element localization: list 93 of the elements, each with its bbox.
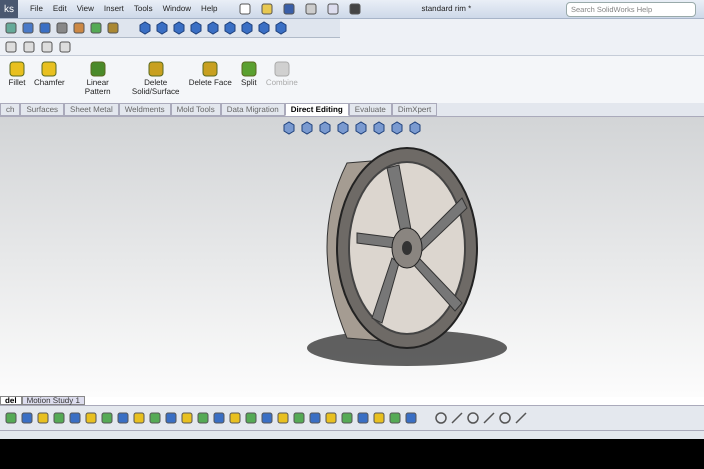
feature-button[interactable]: Split <box>240 60 258 87</box>
feature-tool-icon[interactable] <box>84 411 98 425</box>
view-tool-icon[interactable] <box>390 121 404 135</box>
feature-tool-icon[interactable] <box>260 411 274 425</box>
sketch-tool-icon[interactable] <box>58 40 72 54</box>
feature-button[interactable]: Delete Solid/Surface <box>130 60 181 96</box>
command-tab[interactable]: Mold Tools <box>170 103 221 116</box>
view-orientation-icon[interactable] <box>257 21 271 35</box>
view-tool-icon[interactable] <box>318 121 332 135</box>
command-tab[interactable]: DimXpert <box>392 103 438 116</box>
view-tool-icon[interactable] <box>38 21 52 35</box>
circle-tool-icon[interactable] <box>466 411 480 425</box>
feature-tool-icon <box>146 60 165 78</box>
view-tool-icon[interactable] <box>72 21 86 35</box>
feature-button[interactable]: Chamfer <box>34 60 65 87</box>
circle-tool-icon[interactable] <box>434 411 448 425</box>
view-tool-icon[interactable] <box>282 121 296 135</box>
feature-tool-icon[interactable] <box>148 411 162 425</box>
sketch-tool-icon[interactable] <box>22 40 36 54</box>
feature-tool-icon[interactable] <box>212 411 226 425</box>
view-orientation-icon[interactable] <box>223 21 237 35</box>
command-tab[interactable]: Surfaces <box>20 103 64 116</box>
view-tool-icon[interactable] <box>89 21 103 35</box>
feature-tool-icon[interactable] <box>20 411 34 425</box>
feature-button[interactable]: Fillet <box>8 60 26 87</box>
feature-tool-icon[interactable] <box>244 411 258 425</box>
feature-button[interactable]: Linear Pattern <box>72 60 123 96</box>
view-orientation-icon[interactable] <box>240 21 254 35</box>
feature-tool-icon[interactable] <box>324 411 338 425</box>
model-tab[interactable]: Motion Study 1 <box>22 396 85 405</box>
sketch-tool-icon[interactable] <box>4 40 18 54</box>
feature-tool-icon <box>201 60 220 78</box>
menu-item[interactable]: Window <box>162 3 192 15</box>
command-tab[interactable]: Weldments <box>118 103 171 116</box>
circle-tool-icon[interactable] <box>498 411 512 425</box>
view-tool-icon[interactable] <box>300 121 314 135</box>
feature-tool-icon <box>88 60 107 78</box>
view-orientation-icon[interactable] <box>206 21 220 35</box>
feature-tool-icon[interactable] <box>132 411 146 425</box>
line-tool-icon[interactable] <box>482 411 496 425</box>
view-tool-icon[interactable] <box>408 121 422 135</box>
app-name: ks <box>0 0 18 18</box>
feature-tool-icon[interactable] <box>180 411 194 425</box>
feature-tool-icon[interactable] <box>36 411 50 425</box>
view-tool-icon[interactable] <box>354 121 368 135</box>
command-tab[interactable]: Evaluate <box>348 103 392 116</box>
feature-tool-icon[interactable] <box>292 411 306 425</box>
line-tool-icon[interactable] <box>450 411 464 425</box>
command-tab[interactable]: ch <box>0 103 20 116</box>
model-tab[interactable]: del <box>0 396 22 405</box>
feature-tool-icon[interactable] <box>276 411 290 425</box>
feature-tool-icon[interactable] <box>196 411 210 425</box>
feature-tool-icon <box>240 60 258 78</box>
view-tool-icon[interactable] <box>21 21 35 35</box>
view-orientation-icon[interactable] <box>189 21 203 35</box>
feature-tool-icon[interactable] <box>356 411 370 425</box>
menu-item[interactable]: Edit <box>52 3 67 15</box>
feature-tool-icon <box>40 60 58 78</box>
feature-tool-icon[interactable] <box>228 411 242 425</box>
menu-item[interactable]: Insert <box>104 3 124 15</box>
feature-tool-icon[interactable] <box>4 411 18 425</box>
feature-tool-icon[interactable] <box>372 411 386 425</box>
menu-item[interactable]: Help <box>201 3 218 15</box>
feature-tool-icon[interactable] <box>116 411 130 425</box>
feature-tool-icon[interactable] <box>100 411 114 425</box>
view-orientation-icon[interactable] <box>155 21 169 35</box>
feature-tool-icon[interactable] <box>52 411 66 425</box>
feature-tool-icon[interactable] <box>404 411 418 425</box>
view-tool-icon[interactable] <box>106 21 120 35</box>
line-tool-icon[interactable] <box>514 411 528 425</box>
menu-item[interactable]: Tools <box>134 3 153 15</box>
view-tool-icon[interactable] <box>336 121 350 135</box>
menu-item[interactable]: File <box>30 3 43 15</box>
feature-tool-icon[interactable] <box>388 411 402 425</box>
feature-tool-icon[interactable] <box>164 411 178 425</box>
view-tool-icon[interactable] <box>372 121 386 135</box>
command-tab[interactable]: Direct Editing <box>284 103 349 116</box>
feature-tool-icon[interactable] <box>68 411 82 425</box>
sketch-tool-icon[interactable] <box>40 40 54 54</box>
document-title: standard rim * <box>422 3 472 15</box>
view-tool-icon[interactable] <box>55 21 69 35</box>
view-orientation-icon[interactable] <box>138 21 152 35</box>
command-tab[interactable]: Data Migration <box>220 103 285 116</box>
feature-tool-icon[interactable] <box>308 411 322 425</box>
feature-button[interactable]: Delete Face <box>188 60 232 87</box>
view-orientation-icon[interactable] <box>172 21 186 35</box>
command-tab[interactable]: Sheet Metal <box>64 103 119 116</box>
feature-tool-icon[interactable] <box>340 411 354 425</box>
feature-tool-icon <box>272 60 291 78</box>
feature-tool-icon <box>8 60 26 78</box>
view-orientation-icon[interactable] <box>274 21 288 35</box>
menu-item[interactable]: View <box>76 3 94 15</box>
view-tool-icon[interactable] <box>4 21 18 35</box>
